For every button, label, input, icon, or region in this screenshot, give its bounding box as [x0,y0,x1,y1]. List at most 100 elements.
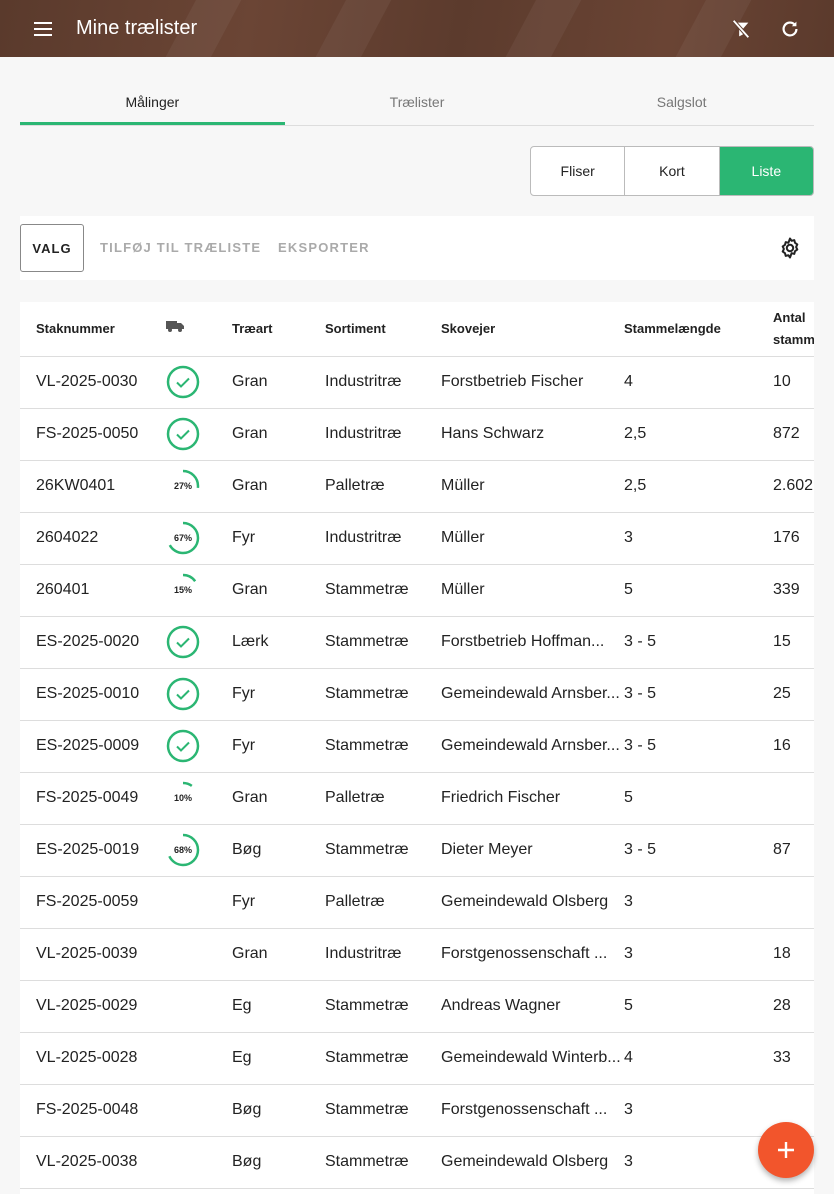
truck-icon [166,320,184,332]
count-cell [773,772,814,825]
count-cell: 16 [773,720,814,773]
completed-check-icon [166,625,200,659]
species-cell: Gran [232,460,325,513]
table-row[interactable]: VL-2025-0028 Eg Stammetræ Gemeindewald Wint… [20,1032,814,1085]
column-header-species[interactable]: Træart [232,302,325,357]
column-header-count[interactable]: Antal stamm [773,302,814,357]
length-cell: 3 [624,876,773,929]
table-header-row: Staknummer Træart Sortiment Skovejer Sta… [20,302,814,357]
progress-label: 27% [173,481,192,491]
stack-cell: 260401 [20,564,166,617]
status-cell: 15% [166,564,232,617]
app-bar: Mine trælister [0,0,834,57]
assortment-cell: Industritræ [325,356,441,409]
progress-label: 67% [173,533,192,543]
view-liste-button[interactable]: Liste [719,147,813,195]
assortment-cell: Industritræ [325,512,441,565]
count-cell: 87 [773,824,814,877]
status-cell [166,1084,232,1137]
column-header-stack[interactable]: Staknummer [20,302,166,357]
wood-texture [496,0,584,57]
owner-cell: Gemeindewald Olsberg [441,1136,624,1189]
table-row[interactable]: ES-2025-0020 Lærk Stammetræ Forstbetrieb Ho… [20,616,814,669]
status-cell [166,616,232,669]
count-cell: 872 [773,408,814,461]
species-cell: Gran [232,564,325,617]
owner-cell: Gemeindewald Olsberg [441,876,624,929]
status-cell: 67% [166,512,232,565]
species-cell: Bøg [232,1084,325,1137]
length-cell: 4 [624,1032,773,1085]
table-row[interactable]: 26KW0401 27% Gran Palletræ Müller 2,5 2.602 [20,460,814,513]
owner-cell: Friedrich Fischer [441,772,624,825]
add-to-list-button[interactable]: TILFØJ TIL TRÆLISTE [100,240,261,255]
progress-ring: 68% [166,833,200,867]
owner-cell: Müller [441,460,624,513]
assortment-cell: Palletræ [325,876,441,929]
status-cell [166,356,232,409]
table-row[interactable]: 2604022 67% Fyr Industritræ Müller 3 176 [20,512,814,565]
view-kort-button[interactable]: Kort [625,147,720,195]
column-header-assortment[interactable]: Sortiment [325,302,441,357]
species-cell: Gran [232,408,325,461]
filter-off-icon[interactable] [726,14,756,44]
page-title: Mine trælister [76,17,198,39]
length-cell: 3 - 5 [624,824,773,877]
table-row[interactable]: FS-2025-0059 Fyr Palletræ Gemeindewald Olsb… [20,876,814,929]
table-row[interactable]: VL-2025-0029 Eg Stammetræ Andreas Wagner 5 28 [20,980,814,1033]
owner-cell: Dieter Meyer [441,824,624,877]
wood-texture [306,0,394,57]
length-cell: 3 [624,928,773,981]
table-row[interactable]: ES-2025-0009 Fyr Stammetræ Gemeindewald Arn… [20,720,814,773]
table-row[interactable]: VL-2025-0030 Gran Industritræ Forstbetrieb … [20,356,814,409]
stack-cell: ES-2025-0010 [20,668,166,721]
species-cell: Eg [232,1032,325,1085]
view-fliser-button[interactable]: Fliser [531,147,626,195]
species-cell: Fyr [232,720,325,773]
stack-cell: ES-2025-0009 [20,720,166,773]
add-fab-button[interactable] [758,1122,814,1178]
gear-icon[interactable] [778,236,802,260]
menu-icon[interactable] [26,15,62,43]
column-header-length[interactable]: Stammelængde [624,302,773,357]
column-header-owner[interactable]: Skovejer [441,302,624,357]
tab-maalinger[interactable]: Målinger [20,80,285,125]
table-row[interactable]: FS-2025-0049 10% Gran Palletræ Friedrich Fis… [20,772,814,825]
refresh-icon[interactable] [775,14,805,44]
owner-cell: Gemeindewald Winterb... [441,1032,624,1085]
length-cell: 3 - 5 [624,720,773,773]
table-row[interactable]: 260401 15% Gran Stammetræ Müller 5 339 [20,564,814,617]
progress-ring: 27% [166,469,200,503]
progress-label: 10% [173,793,192,803]
tab-salgslot[interactable]: Salgslot [549,80,814,125]
table-row[interactable]: FS-2025-0050 Gran Industritræ Hans Schwarz 2… [20,408,814,461]
status-cell [166,1136,232,1189]
status-cell [166,408,232,461]
column-header-transport[interactable] [166,302,232,357]
count-cell: 2.602 [773,460,814,513]
length-cell: 2,5 [624,408,773,461]
status-cell [166,928,232,981]
export-button[interactable]: EKSPORTER [278,240,370,255]
species-cell: Eg [232,980,325,1033]
table-row[interactable]: VL-2025-0039 Gran Industritræ Forstgenossen… [20,928,814,981]
table-row[interactable]: FS-2025-0048 Bøg Stammetræ Forstgenossensch… [20,1084,814,1137]
tab-traelister[interactable]: Trælister [285,80,550,125]
owner-cell: Müller [441,512,624,565]
assortment-cell: Industritræ [325,408,441,461]
table-row[interactable]: VL-2025-0038 Bøg Stammetræ Gemeindewald Ols… [20,1136,814,1189]
table-row[interactable]: ES-2025-0010 Fyr Stammetræ Gemeindewald Arn… [20,668,814,721]
stack-cell: VL-2025-0030 [20,356,166,409]
assortment-cell: Stammetræ [325,980,441,1033]
assortment-cell: Stammetræ [325,720,441,773]
select-button[interactable]: VALG [20,224,84,272]
table-row[interactable]: ES-2025-0019 68% Bøg Stammetræ Dieter Meyer 3… [20,824,814,877]
stack-cell: ES-2025-0020 [20,616,166,669]
length-cell: 5 [624,980,773,1033]
status-cell: 68% [166,824,232,877]
length-cell: 5 [624,772,773,825]
stack-cell: ES-2025-0019 [20,824,166,877]
progress-ring: 10% [166,781,200,815]
status-cell [166,668,232,721]
tab-bar: Målinger Trælister Salgslot [20,80,814,126]
